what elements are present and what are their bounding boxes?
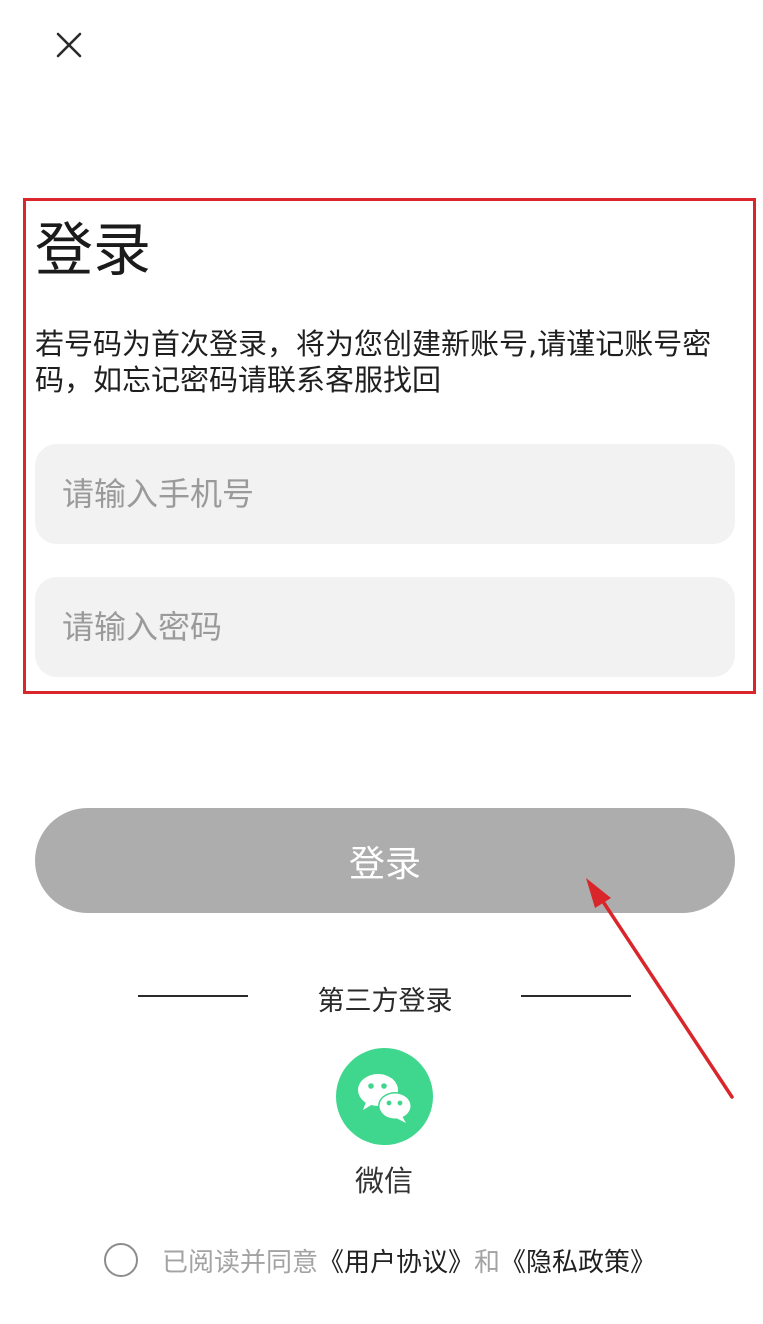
user-agreement-link[interactable]: 《用户协议》 — [318, 1242, 474, 1279]
third-party-divider: 第三方登录 — [0, 975, 763, 1019]
agreement-and: 和 — [474, 1247, 501, 1278]
third-party-label: 第三方登录 — [317, 986, 453, 1017]
account-notice: 若号码为首次登录，将为您创建新账号,请谨记账号密码，如忘记密码请联系客服找回 — [35, 327, 712, 397]
agreement-row: 已阅读并同意 《用户协议》 和 《隐私政策》 — [104, 1240, 656, 1280]
page-title: 登录 — [35, 216, 152, 284]
close-button[interactable] — [50, 26, 88, 64]
agreement-checkbox[interactable] — [104, 1243, 138, 1277]
phone-input[interactable] — [35, 444, 735, 544]
login-button-label: 登录 — [348, 843, 421, 885]
wechat-label: 微信 — [354, 1164, 413, 1198]
privacy-policy-link[interactable]: 《隐私政策》 — [500, 1242, 656, 1279]
wechat-icon — [358, 1074, 412, 1123]
wechat-login-button[interactable] — [336, 1048, 433, 1145]
password-input[interactable] — [35, 577, 735, 677]
agreement-prefix: 已阅读并同意 — [162, 1247, 319, 1278]
login-button[interactable]: 登录 — [35, 808, 735, 913]
divider-line-right — [521, 995, 631, 997]
close-icon — [56, 32, 82, 58]
login-page: 登录 若号码为首次登录，将为您创建新账号,请谨记账号密码，如忘记密码请联系客服找… — [0, 0, 763, 1324]
